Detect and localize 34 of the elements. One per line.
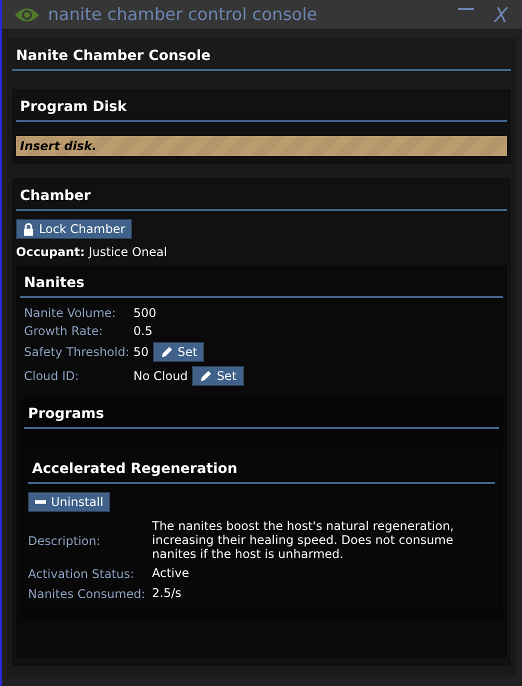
uninstall-button[interactable]: Uninstall — [28, 492, 110, 512]
section-title: Nanites — [20, 269, 503, 298]
eye-icon — [14, 6, 40, 24]
field-label: Cloud ID: — [24, 369, 80, 383]
lock-icon — [23, 222, 34, 236]
field-value: Active — [152, 567, 190, 582]
section-title: Programs — [24, 400, 499, 429]
pencil-icon — [198, 370, 212, 382]
field-value: The nanites boost the host's natural regeneration, increasing their healing speed. Does not consume nanites if the host is unharmed. — [152, 520, 455, 562]
section-title: Chamber — [16, 182, 507, 211]
section-title: Program Disk — [16, 93, 507, 122]
window-title: nanite chamber control console — [48, 4, 318, 24]
field-value: 2.5/s — [152, 587, 182, 602]
field-value: 500 — [133, 306, 156, 320]
field-value: 50 — [133, 345, 149, 359]
close-button[interactable]: X — [488, 2, 514, 26]
notice-banner: Insert disk. — [16, 136, 507, 156]
section-title: Nanite Chamber Console — [12, 42, 511, 71]
field-label: Safety Threshold: — [24, 345, 130, 359]
occupant-label: Occupant: — [16, 245, 85, 259]
lock-chamber-button[interactable]: Lock Chamber — [16, 219, 132, 239]
minus-icon — [35, 500, 46, 504]
pencil-icon — [160, 346, 173, 358]
field-value: No Cloud — [133, 369, 188, 383]
field-label: Activation Status: — [28, 567, 136, 582]
set-button[interactable]: Set — [152, 342, 204, 362]
field-label: Nanite Volume: — [24, 306, 117, 320]
set-button[interactable]: Set — [192, 366, 244, 386]
field-label: Growth Rate: — [24, 324, 104, 338]
field-label: Description: — [28, 534, 102, 548]
field-value: 0.5 — [133, 324, 152, 338]
occupant-name: Justice Oneal — [88, 245, 168, 259]
field-label: Nanites Consumed: — [28, 587, 146, 602]
program-title: Accelerated Regeneration — [28, 455, 495, 484]
